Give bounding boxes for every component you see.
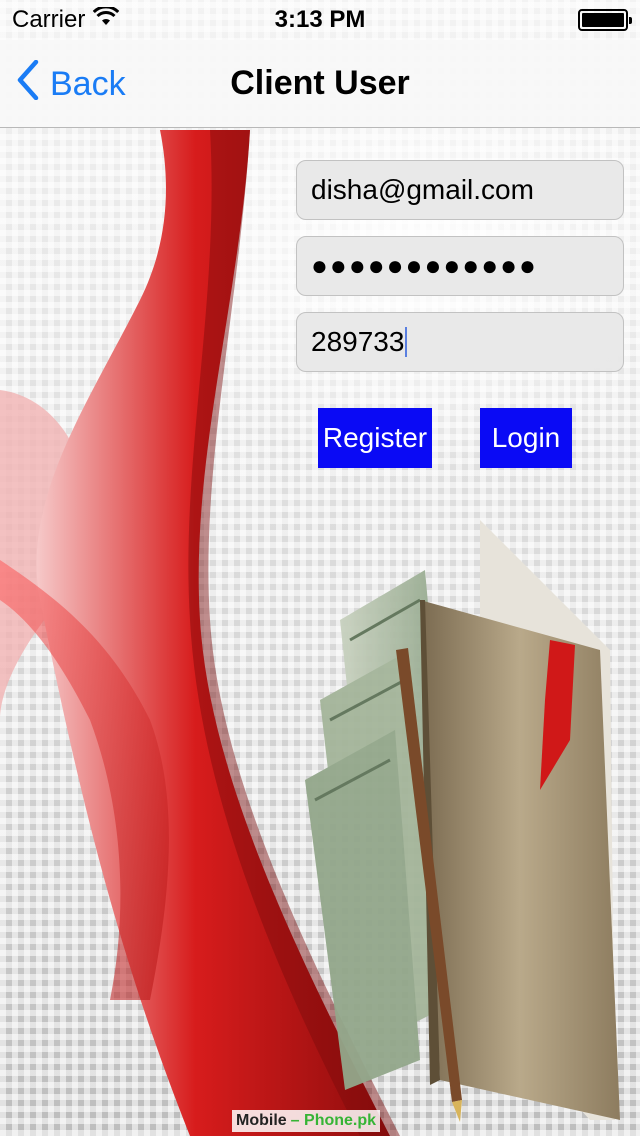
status-left: Carrier: [12, 5, 120, 34]
back-label: Back: [50, 64, 126, 103]
battery-icon: [578, 9, 632, 31]
watermark-part1: Mobile: [236, 1112, 287, 1129]
chevron-left-icon: [16, 59, 40, 109]
watermark-part2: – Phone.pk: [290, 1112, 377, 1129]
wifi-icon: [93, 5, 120, 34]
email-field[interactable]: disha@gmail.com: [296, 160, 624, 220]
battery-fill: [582, 13, 624, 27]
carrier-label: Carrier: [12, 6, 86, 33]
code-value: 289733: [311, 326, 405, 357]
navigation-bar: Back Client User: [0, 40, 640, 128]
login-button[interactable]: Login: [480, 408, 572, 468]
back-button[interactable]: Back: [16, 59, 126, 109]
password-field[interactable]: ●●●●●●●●●●●●: [296, 236, 624, 296]
watermark: Mobile – Phone.pk: [232, 1110, 381, 1132]
register-button[interactable]: Register: [318, 408, 432, 468]
password-value: ●●●●●●●●●●●●: [311, 250, 538, 281]
code-field[interactable]: 289733: [296, 312, 624, 372]
email-value: disha@gmail.com: [311, 174, 534, 205]
status-bar: Carrier 3:13 PM: [0, 0, 640, 40]
text-cursor: [405, 327, 408, 357]
